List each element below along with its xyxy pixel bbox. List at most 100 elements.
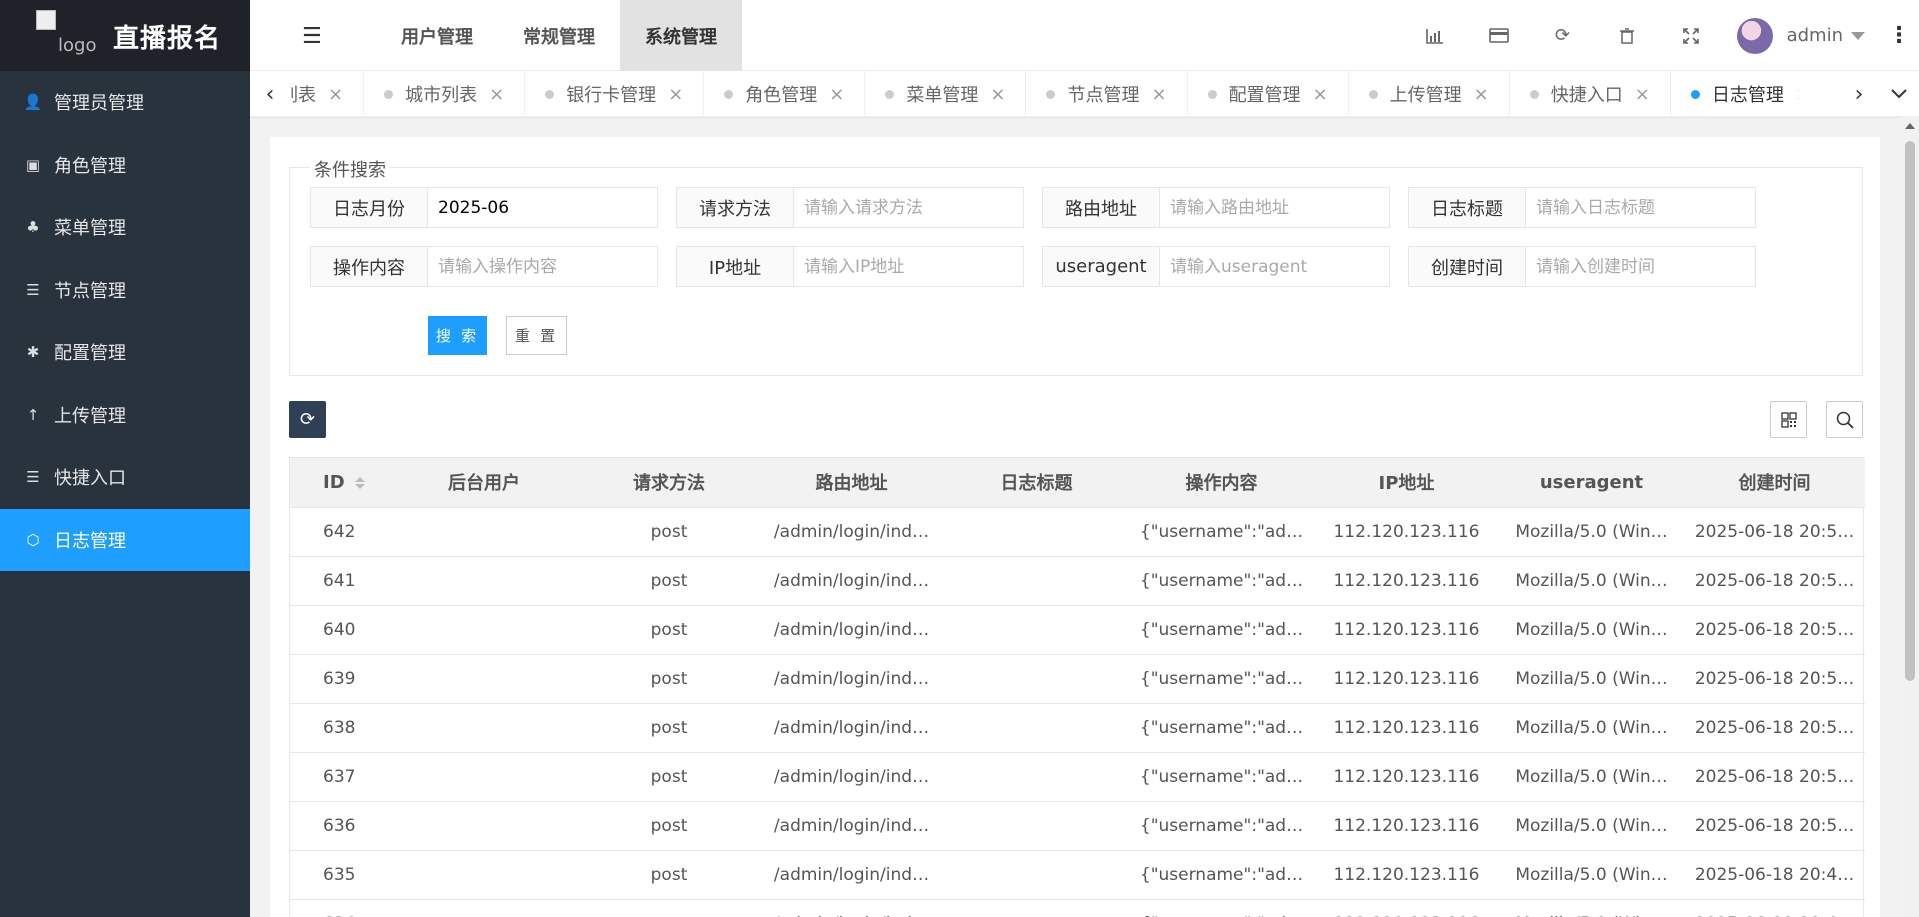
close-icon[interactable]: × <box>1313 84 1328 105</box>
user-menu[interactable]: admin <box>1723 17 1879 54</box>
search-field-input[interactable] <box>428 188 657 227</box>
tab-label: 配置管理 <box>1228 85 1301 106</box>
table-row[interactable]: 641 post/admin/login/ind… {"username":"ad…… <box>290 556 1865 606</box>
tab-5[interactable]: 节点管理 × <box>1026 71 1188 117</box>
search-toggle-icon[interactable] <box>1826 401 1863 438</box>
close-icon[interactable]: × <box>489 84 504 105</box>
sidebar-item-1[interactable]: ▣ 角色管理 <box>0 134 250 197</box>
tab-0[interactable]: 列表 × <box>290 71 365 117</box>
search-field-input[interactable] <box>1160 247 1389 286</box>
sidebar-item-0[interactable]: 👤 管理员管理 <box>0 71 250 134</box>
table-row[interactable]: 634 post/admin/login/ind… {"username":"ad…… <box>290 899 1865 917</box>
tab-8[interactable]: 快捷入口 × <box>1510 71 1671 117</box>
search-field-input[interactable] <box>1160 188 1389 227</box>
tab-dropdown-icon[interactable] <box>1879 71 1919 117</box>
sidebar-item-4[interactable]: ✱ 配置管理 <box>0 321 250 384</box>
table-row[interactable]: 642 post/admin/login/ind… {"username":"ad…… <box>290 507 1865 557</box>
table-cell: post <box>579 850 759 900</box>
bar-chart-icon[interactable] <box>1403 0 1467 71</box>
search-button[interactable]: 搜 索 <box>428 316 487 355</box>
reset-button[interactable]: 重 置 <box>506 316 567 355</box>
column-filter-icon[interactable] <box>1770 401 1807 438</box>
search-field-input[interactable] <box>1526 247 1755 286</box>
logo-image: logo <box>36 10 100 58</box>
top-nav-item-1[interactable]: 常规管理 <box>498 0 620 71</box>
tab-bar: ‹ 列表×城市列表×银行卡管理×角色管理×菜单管理×节点管理×配置管理×上传管理… <box>250 71 1919 117</box>
column-header-7: useragent <box>1499 458 1684 508</box>
table-row[interactable]: 636 post/admin/login/ind… {"username":"ad…… <box>290 801 1865 851</box>
tab-9[interactable]: 日志管理 × <box>1671 71 1799 117</box>
tab-scroll-left-icon[interactable]: ‹ <box>250 71 290 117</box>
more-vertical-icon[interactable]: ⋮ <box>1879 0 1919 71</box>
close-icon[interactable]: × <box>1796 84 1799 105</box>
refresh-icon[interactable]: ⟳ <box>1531 0 1595 71</box>
tab-6[interactable]: 配置管理 × <box>1188 71 1349 117</box>
search-field-input[interactable] <box>794 188 1023 227</box>
top-nav-item-2[interactable]: 系统管理 <box>620 0 742 71</box>
search-field-0: 日志月份 <box>310 187 658 228</box>
column-header-label: IP地址 <box>1378 473 1435 495</box>
tab-status-dot <box>1207 89 1217 99</box>
scrollbar-thumb[interactable] <box>1905 141 1915 681</box>
tree-icon: ♣ <box>26 218 40 237</box>
top-nav-item-0[interactable]: 用户管理 <box>376 0 498 71</box>
table-cell: 112.120.123.116 <box>1314 605 1499 655</box>
table-cell <box>944 556 1129 606</box>
credit-card-icon[interactable] <box>1467 0 1531 71</box>
search-field-3: 日志标题 <box>1408 187 1756 228</box>
table-cell: 2025-06-18 20:5… <box>1684 654 1865 704</box>
close-icon[interactable]: × <box>1151 84 1166 105</box>
search-field-input[interactable] <box>794 247 1023 286</box>
scroll-up-icon[interactable] <box>1905 123 1915 129</box>
table-row[interactable]: 635 post/admin/login/ind… {"username":"ad…… <box>290 850 1865 900</box>
table-cell: Mozilla/5.0 (Win… <box>1499 801 1684 851</box>
close-icon[interactable]: × <box>668 84 683 105</box>
table-cell: {"username":"ad… <box>1129 605 1314 655</box>
sidebar-item-5[interactable]: ↑ 上传管理 <box>0 384 250 447</box>
table-row[interactable]: 638 post/admin/login/ind… {"username":"ad…… <box>290 703 1865 753</box>
sort-icon[interactable] <box>354 476 365 489</box>
fullscreen-icon[interactable] <box>1659 0 1723 71</box>
tab-status-dot <box>1529 89 1539 99</box>
table-cell: 636 <box>290 801 389 851</box>
broken-image-icon <box>36 10 56 30</box>
close-icon[interactable]: × <box>1635 84 1650 105</box>
table-row[interactable]: 640 post/admin/login/ind… {"username":"ad…… <box>290 605 1865 655</box>
close-icon[interactable]: × <box>1474 84 1489 105</box>
tab-2[interactable]: 银行卡管理 × <box>525 71 705 117</box>
menu-toggle-icon[interactable]: ☰ <box>302 24 322 49</box>
tab-scroll-right-icon[interactable]: › <box>1839 71 1879 117</box>
column-header-6: IP地址 <box>1314 458 1499 508</box>
tab-3[interactable]: 角色管理 × <box>704 71 866 117</box>
search-field-input[interactable] <box>428 247 657 286</box>
sidebar-item-3[interactable]: ☰ 节点管理 <box>0 259 250 322</box>
table-refresh-button[interactable]: ⟳ <box>289 401 326 438</box>
sidebar-item-2[interactable]: ♣ 菜单管理 <box>0 196 250 259</box>
close-icon[interactable]: × <box>328 84 343 105</box>
table-cell: 640 <box>290 605 389 655</box>
tab-4[interactable]: 菜单管理 × <box>865 71 1027 117</box>
log-table: ID 后台用户 请求方法 路由地址 日志标题 操作内容 IP地址 useragent 创建时间 … <box>289 457 1865 917</box>
tab-7[interactable]: 上传管理 × <box>1349 71 1510 117</box>
column-header-8: 创建时间 <box>1684 458 1865 508</box>
table-row[interactable]: 637 post/admin/login/ind… {"username":"ad…… <box>290 752 1865 802</box>
table-cell <box>389 899 579 917</box>
table-cell: Mozilla/5.0 (Win… <box>1499 507 1684 557</box>
table-row[interactable]: 639 post/admin/login/ind… {"username":"ad…… <box>290 654 1865 704</box>
column-header-0[interactable]: ID <box>290 458 389 508</box>
search-field-input[interactable] <box>1526 188 1755 227</box>
table-cell: 112.120.123.116 <box>1314 899 1499 917</box>
table-cell: 635 <box>290 850 389 900</box>
table-cell: 642 <box>290 507 389 557</box>
tab-label: 菜单管理 <box>906 85 979 106</box>
table-cell: {"username":"ad… <box>1129 801 1314 851</box>
trash-icon[interactable] <box>1595 0 1659 71</box>
sidebar-item-7[interactable]: ⬡ 日志管理 <box>0 508 250 571</box>
close-icon[interactable]: × <box>829 84 844 105</box>
close-icon[interactable]: × <box>990 84 1005 105</box>
page-scrollbar[interactable] <box>1901 117 1919 917</box>
tab-1[interactable]: 城市列表 × <box>364 71 526 117</box>
search-field-label: 创建时间 <box>1409 247 1526 286</box>
search-field-4: 操作内容 <box>310 246 658 287</box>
sidebar-item-6[interactable]: ☰ 快捷入口 <box>0 446 250 509</box>
